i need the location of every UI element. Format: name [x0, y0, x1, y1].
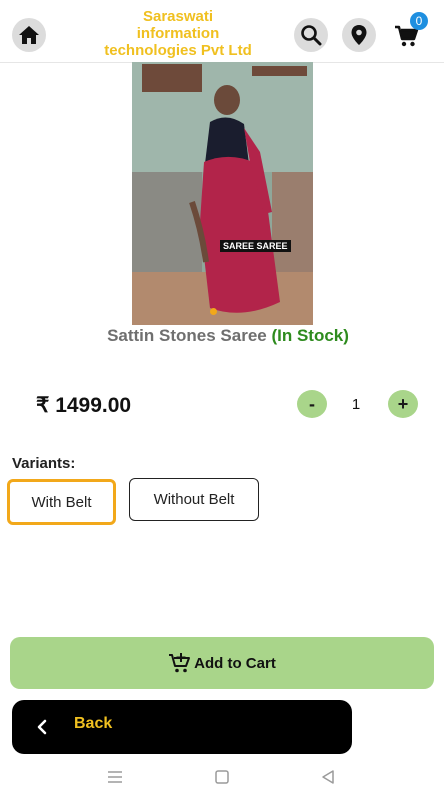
location-button[interactable] [342, 18, 376, 52]
quantity-value: 1 [351, 396, 361, 413]
search-icon [301, 25, 322, 46]
home-button[interactable] [12, 18, 46, 52]
back-label: Back [74, 715, 113, 732]
app-header: Saraswati information technologies Pvt L… [0, 0, 444, 63]
add-to-cart-label: Add to Cart [194, 654, 276, 672]
carousel-dot-active[interactable] [210, 308, 217, 315]
product-image[interactable]: SAREE SAREE [132, 62, 313, 325]
variant-label: With Belt [31, 493, 92, 511]
quantity-increase-button[interactable]: + [388, 390, 418, 418]
stock-status: (In Stock) [271, 326, 349, 345]
brand-name: Saraswati information technologies Pvt L… [104, 8, 252, 59]
product-title: Sattin Stones Saree (In Stock) [0, 326, 444, 346]
variant-with-belt[interactable]: With Belt [7, 479, 116, 525]
cart-count-badge: 0 [410, 12, 428, 30]
variant-label: Without Belt [153, 491, 235, 508]
add-cart-icon [169, 653, 191, 673]
location-pin-icon [351, 25, 367, 45]
image-caption: SAREE SAREE [220, 240, 291, 252]
product-photo [132, 62, 313, 325]
cart-button[interactable]: 0 [394, 12, 428, 48]
quantity-decrease-button[interactable]: - [297, 390, 327, 418]
variants-label: Variants: [12, 455, 76, 472]
menu-icon[interactable] [107, 770, 123, 784]
chevron-left-icon [37, 719, 47, 735]
add-to-cart-button[interactable]: Add to Cart [10, 637, 434, 689]
variant-without-belt[interactable]: Without Belt [129, 478, 259, 521]
minus-label: - [309, 393, 315, 414]
search-button[interactable] [294, 18, 328, 52]
home-square-icon[interactable] [214, 769, 230, 785]
home-icon [19, 26, 39, 44]
plus-label: + [397, 393, 409, 414]
back-triangle-icon[interactable] [320, 769, 336, 785]
back-button[interactable]: Back [12, 700, 352, 754]
system-nav-bar [0, 758, 444, 800]
product-price: ₹ 1499.00 [36, 394, 132, 417]
product-name: Sattin Stones Saree [107, 326, 267, 345]
